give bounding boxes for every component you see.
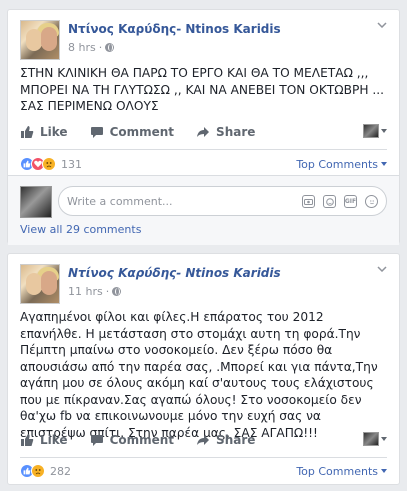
sad-reaction-icon [31,464,45,478]
action-bar: Like Comment Share [20,429,387,451]
share-icon [197,127,210,137]
author-avatar[interactable] [20,264,60,304]
divider [20,457,387,458]
author-name[interactable]: Ντίνος Καρύδης- Ntinos Karidis [68,22,281,36]
post-time[interactable]: 11 hrs [68,285,103,298]
globe-icon [112,287,122,296]
reaction-count[interactable]: 131 [61,158,82,171]
comment-button[interactable]: Comment [90,433,174,447]
caret-down-icon [381,162,387,166]
page-avatar [363,124,379,138]
reaction-count[interactable]: 282 [50,465,71,478]
top-comments-label: Top Comments [296,157,378,171]
share-icon [197,435,210,445]
comment-label: Comment [109,433,175,447]
author-name[interactable]: Ντίνος Καρύδης- Ntinos Karidis [68,266,281,280]
gif-icon[interactable]: GIF [344,195,357,208]
top-comments-label: Top Comments [296,464,378,478]
camera-icon[interactable] [302,195,315,208]
post-meta: 11 hrs · [68,285,122,298]
post-header: Ντίνος Καρύδης- Ntinos Karidis 8 hrs · [20,20,387,60]
like-label: Like [40,433,68,447]
post-text: Αγαπημένοι φίλοι και φίλες.Η επάρατος το… [20,310,378,440]
comment-label: Comment [109,125,175,139]
post-text: ΣΤΗΝ ΚΛΙΝΙΚΗ ΘΑ ΠΑΡΩ ΤΟ ΕΡΓΟ ΚΑΙ ΘΑ ΤΟ Μ… [20,66,384,113]
like-label: Like [40,125,68,139]
share-button[interactable]: Share [196,125,255,139]
sad-reaction-icon [42,157,56,171]
like-button[interactable]: Like [20,125,68,139]
author-avatar[interactable] [20,20,60,60]
view-all-comments-link[interactable]: View all 29 comments [20,223,141,236]
commenter-avatar [20,186,52,218]
composer-icons: GIF [302,195,378,208]
chevron-down-icon[interactable] [377,22,387,28]
top-comments-dropdown[interactable]: Top Comments [296,465,387,478]
sticker-icon[interactable] [323,195,336,208]
page-avatar [363,432,379,446]
comment-icon [90,127,103,138]
comment-button[interactable]: Comment [90,125,174,139]
comment-composer-area: GIF View all 29 comments [8,175,399,245]
reactions-summary[interactable]: 282 Top Comments [20,461,387,481]
reactions-summary[interactable]: 131 Top Comments [20,154,387,174]
post-meta: 8 hrs · [68,41,115,54]
thumbs-up-icon [21,434,34,446]
comment-input[interactable] [67,194,242,208]
share-label: Share [216,433,256,447]
post-time[interactable]: 8 hrs [68,41,96,54]
like-button[interactable]: Like [20,433,68,447]
comment-icon [90,435,103,446]
globe-icon [105,43,115,52]
share-button[interactable]: Share [196,433,255,447]
post-header: Ντίνος Καρύδης- Ntinos Karidis 11 hrs · [20,264,387,304]
post-as-selector[interactable] [363,432,387,446]
post-card: Ντίνος Καρύδης- Ntinos Karidis 11 hrs · … [7,253,400,485]
caret-down-icon [381,469,387,473]
action-bar: Like Comment Share [20,121,387,143]
top-comments-dropdown[interactable]: Top Comments [296,158,387,171]
caret-down-icon [381,437,387,441]
emoji-icon[interactable] [365,195,378,208]
divider [20,149,387,150]
caret-down-icon [381,129,387,133]
post-as-selector[interactable] [363,124,387,138]
chevron-down-icon[interactable] [377,266,387,272]
post-card: Ντίνος Καρύδης- Ntinos Karidis 8 hrs · Σ… [7,9,400,245]
share-label: Share [216,125,256,139]
thumbs-up-icon [21,126,34,138]
comment-box[interactable]: GIF [58,186,387,216]
